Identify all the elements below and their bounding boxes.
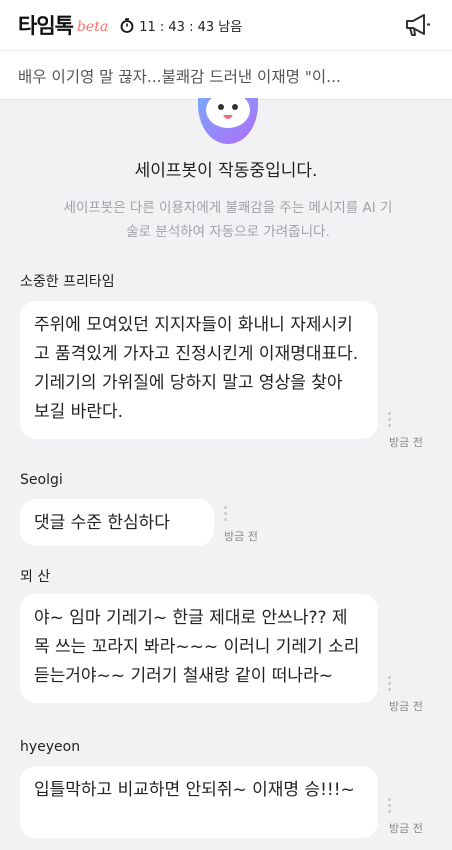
comment-bubble: 야~ 임마 기레기~ 한글 제대로 안쓰나?? 제목 쓰는 꼬라지 봐라~~~ … (20, 594, 378, 703)
more-options-icon[interactable] (388, 676, 394, 694)
stopwatch-icon (120, 17, 134, 33)
safebot-avatar-icon (198, 98, 258, 144)
more-options-icon[interactable] (224, 506, 230, 524)
app-header: 타임톡 beta 11 : 43 : 43 남음 (0, 0, 452, 50)
more-options-icon[interactable] (388, 412, 394, 430)
app-logo: 타임톡 (18, 14, 74, 38)
timer-text: 11 : 43 : 43 남음 (139, 19, 243, 35)
comment-bubble: 주위에 모여있던 지지자들이 화내니 자제시키고 품격있게 가자고 진정시킨게 … (20, 301, 378, 439)
safebot-status-title: 세이프봇이 작동중입니다. (134, 161, 318, 181)
beta-label: beta (76, 18, 109, 35)
comment-time: 방금 전 (389, 436, 423, 449)
comment-username[interactable]: Seolgi (20, 472, 63, 488)
comment-bubble: 입틀막하고 비교하면 안되쥐~ 이재명 승!!!~ (20, 766, 378, 838)
comment-time: 방금 전 (389, 822, 423, 835)
comment-username[interactable]: hyeyeon (20, 739, 80, 755)
comment-time: 방금 전 (224, 530, 258, 543)
article-title[interactable]: 배우 이기영 말 끊자...불쾌감 드러낸 이재명 "이... (0, 50, 452, 100)
comment-username[interactable]: 소중한 프리타임 (20, 271, 115, 291)
comment-username[interactable]: 뫼 산 (20, 566, 50, 586)
more-options-icon[interactable] (388, 798, 394, 816)
safebot-description: 세이프봇은 다른 이용자에게 불쾌감을 주는 메시지를 AI 기술로 분석하여 … (63, 200, 393, 240)
comment-time: 방금 전 (389, 700, 423, 713)
comment-bubble: 댓글 수준 한심하다 (20, 499, 214, 546)
countdown-timer: 11 : 43 : 43 남음 (120, 16, 242, 35)
megaphone-icon[interactable] (404, 12, 432, 38)
